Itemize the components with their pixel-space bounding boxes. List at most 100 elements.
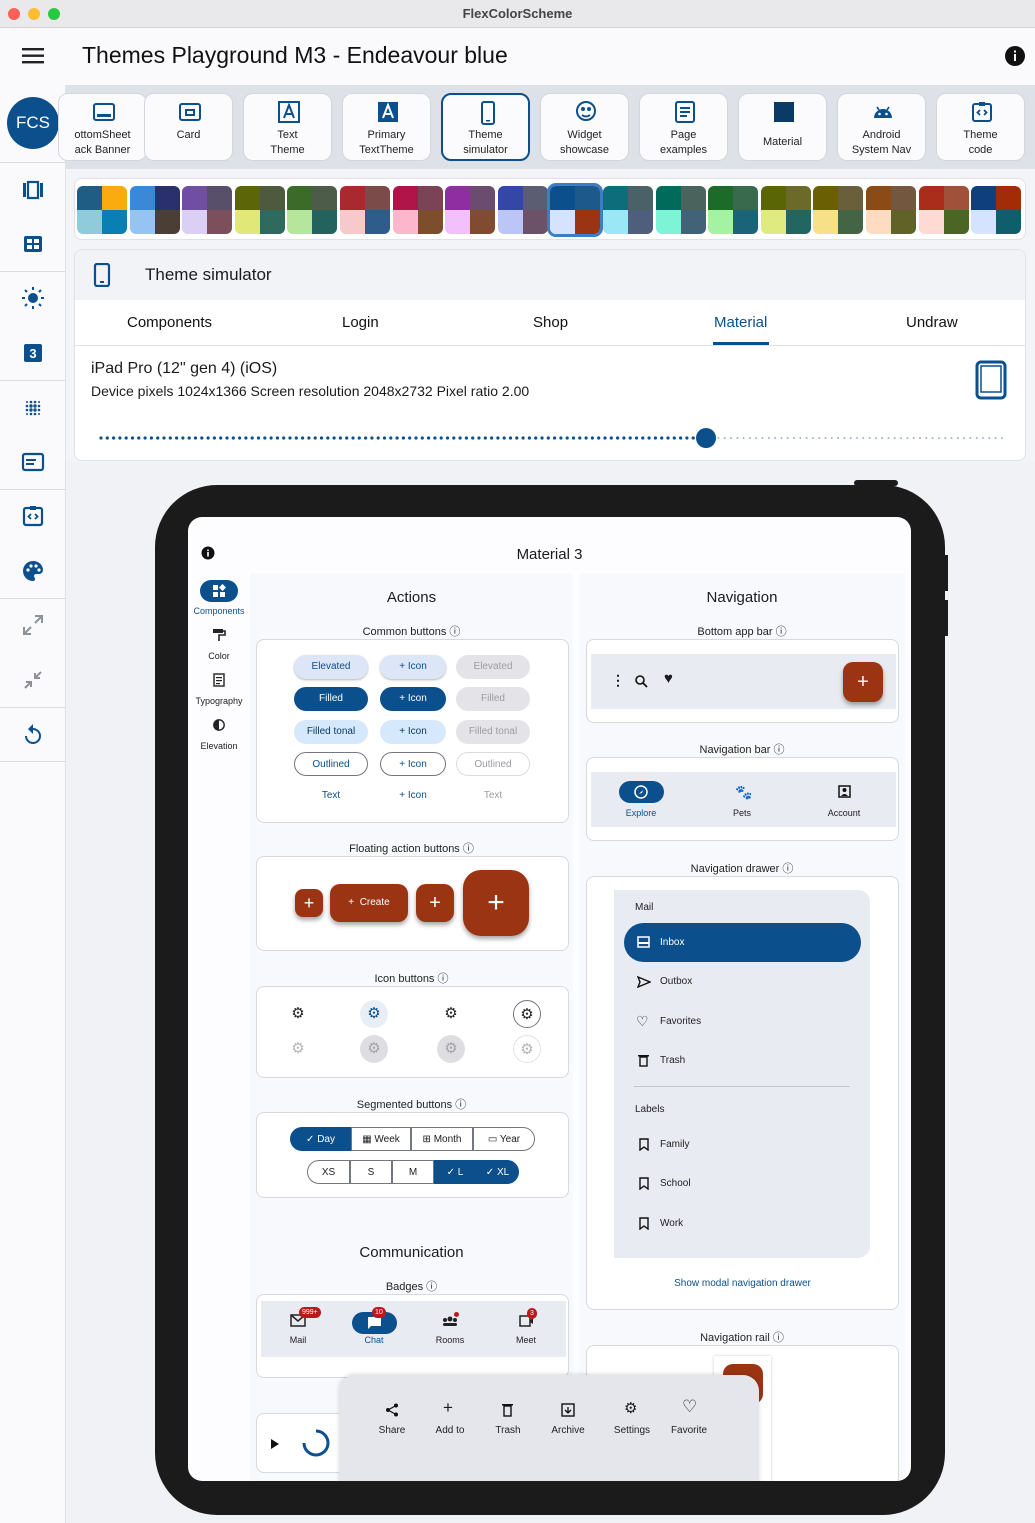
info-icon[interactable] xyxy=(1004,45,1026,67)
segment-s[interactable]: S xyxy=(350,1160,392,1184)
archive-icon[interactable] xyxy=(561,1403,575,1417)
sheet-archive[interactable]: Archive xyxy=(543,1425,593,1436)
sheet-favorite[interactable]: Favorite xyxy=(664,1425,714,1436)
favorite-border-icon[interactable]: ♡ xyxy=(636,1013,649,1030)
color-scheme-swatch[interactable] xyxy=(760,186,811,234)
dashboard-icon[interactable] xyxy=(21,232,45,256)
text-button-disabled[interactable]: Text xyxy=(456,784,530,808)
color-scheme-swatch[interactable] xyxy=(77,186,127,234)
nav-explore[interactable]: Explore xyxy=(616,808,666,818)
nav-pets[interactable]: Pets xyxy=(717,808,767,818)
settings-icon[interactable]: ⚙ xyxy=(284,1000,312,1028)
color-scheme-swatch[interactable] xyxy=(445,186,496,234)
reset-icon[interactable] xyxy=(21,723,45,747)
fab[interactable]: + xyxy=(416,884,454,922)
tab-components[interactable]: Components xyxy=(127,314,212,331)
outlined-button[interactable]: Outlined xyxy=(294,752,368,776)
tool-material[interactable]: Material xyxy=(738,93,827,161)
pets-icon[interactable]: 🐾 xyxy=(735,784,752,801)
outlined-icon-button[interactable]: + Icon xyxy=(380,752,446,776)
palette-icon[interactable] xyxy=(21,559,45,583)
color-scheme-swatch[interactable] xyxy=(497,186,548,234)
small-fab[interactable]: + xyxy=(295,889,323,917)
drawer-item-outbox[interactable]: Outbox xyxy=(660,976,692,987)
rail-elevation[interactable]: Elevation xyxy=(188,741,250,751)
color-scheme-swatch[interactable] xyxy=(392,186,443,234)
drawer-item-trash[interactable]: Trash xyxy=(660,1055,685,1066)
text-button[interactable]: Text xyxy=(294,784,368,808)
bookmark-icon[interactable] xyxy=(639,1217,649,1230)
view-carousel-icon[interactable] xyxy=(21,178,45,202)
elevated-button[interactable]: Elevated xyxy=(294,655,368,679)
avatar[interactable]: FCS xyxy=(7,97,59,149)
tool-text-theme[interactable]: Text Theme xyxy=(243,93,332,161)
tablet-icon[interactable] xyxy=(975,360,1007,400)
delete-icon[interactable] xyxy=(502,1403,513,1417)
filled-tonal-button-disabled[interactable]: Filled tonal xyxy=(456,720,530,744)
color-scheme-swatch[interactable] xyxy=(234,186,285,234)
brightness-icon[interactable] xyxy=(21,286,45,310)
rail-color[interactable]: Color xyxy=(188,651,250,661)
settings-icon[interactable]: ⚙ xyxy=(284,1035,312,1063)
featured-play-list-icon[interactable] xyxy=(21,450,45,474)
tool-card[interactable]: Card xyxy=(144,93,233,161)
text-icon-button[interactable]: + Icon xyxy=(380,784,446,808)
rail-typography[interactable]: Typography xyxy=(188,696,250,706)
send-icon[interactable] xyxy=(637,976,651,988)
segment-xs[interactable]: XS xyxy=(307,1160,350,1184)
sheet-settings[interactable]: Settings xyxy=(607,1425,657,1436)
elevated-icon-button[interactable]: + Icon xyxy=(380,655,446,679)
badge-meet-label[interactable]: Meet xyxy=(501,1335,551,1345)
filled-icon-button[interactable]: + Icon xyxy=(380,687,446,711)
sheet-share[interactable]: Share xyxy=(367,1425,417,1436)
color-scheme-swatch[interactable] xyxy=(603,186,653,234)
segment-xl[interactable]: ✓ XL xyxy=(476,1160,519,1184)
panel-header[interactable]: Theme simulator xyxy=(75,250,1025,300)
segment-month[interactable]: ⊞ Month xyxy=(411,1127,473,1151)
drawer-item-inbox[interactable]: Inbox xyxy=(624,923,861,962)
settings-icon[interactable]: ⚙ xyxy=(360,1000,388,1028)
collapse-icon[interactable] xyxy=(21,668,45,692)
sheet-add-to[interactable]: Add to xyxy=(425,1425,475,1436)
filled-button-disabled[interactable]: Filled xyxy=(456,687,530,711)
tool-theme-simulator[interactable]: Theme simulator xyxy=(441,93,530,161)
color-scheme-swatch[interactable] xyxy=(287,186,338,234)
settings-icon[interactable]: ⚙ xyxy=(513,1035,541,1063)
outlined-button-disabled[interactable]: Outlined xyxy=(456,752,530,776)
color-scheme-swatch[interactable] xyxy=(182,186,233,234)
device-slider[interactable] xyxy=(99,428,1005,448)
tab-shop[interactable]: Shop xyxy=(533,314,568,331)
tab-material[interactable]: Material xyxy=(714,314,767,331)
bottom-app-bar-fab[interactable]: + xyxy=(843,662,883,702)
settings-icon[interactable]: ⚙ xyxy=(437,1000,465,1028)
explore-indicator[interactable] xyxy=(619,781,664,803)
sheet-trash[interactable]: Trash xyxy=(483,1425,533,1436)
filled-button[interactable]: Filled xyxy=(294,687,368,711)
tab-login[interactable]: Login xyxy=(342,314,379,331)
drawer-label-school[interactable]: School xyxy=(660,1178,691,1189)
tool-theme-code[interactable]: Theme code xyxy=(936,93,1025,161)
drawer-item-favorites[interactable]: Favorites xyxy=(660,1016,701,1027)
color-scheme-swatch[interactable] xyxy=(129,186,180,234)
looks-3-icon[interactable]: 3 xyxy=(21,341,45,365)
favorite-border-icon[interactable]: ♡ xyxy=(682,1397,697,1417)
segment-l[interactable]: ✓ L xyxy=(434,1160,476,1184)
color-scheme-swatch[interactable] xyxy=(655,186,706,234)
expand-icon[interactable] xyxy=(21,613,45,637)
settings-icon[interactable]: ⚙ xyxy=(513,1000,541,1028)
play-icon[interactable] xyxy=(270,1438,280,1450)
settings-icon[interactable]: ⚙ xyxy=(360,1035,388,1063)
badge-chat-label[interactable]: Chat xyxy=(349,1335,399,1345)
segment-m[interactable]: M xyxy=(392,1160,434,1184)
segment-year[interactable]: ▭ Year xyxy=(473,1127,535,1151)
tool-bottomsheet-snack-banner[interactable]: ottomSheet ack Banner xyxy=(58,93,147,161)
color-scheme-swatch[interactable] xyxy=(547,183,604,237)
favorite-icon[interactable]: ♥ xyxy=(664,670,673,687)
segment-week[interactable]: ▦ Week xyxy=(351,1127,411,1151)
more-vert-icon[interactable]: ⋮ xyxy=(611,672,625,689)
color-scheme-swatch[interactable] xyxy=(971,186,1022,234)
color-scheme-swatch[interactable] xyxy=(813,186,864,234)
tab-undraw[interactable]: Undraw xyxy=(906,314,958,331)
tool-primary-texttheme[interactable]: Primary TextTheme xyxy=(342,93,431,161)
badge-mail-label[interactable]: Mail xyxy=(273,1335,323,1345)
